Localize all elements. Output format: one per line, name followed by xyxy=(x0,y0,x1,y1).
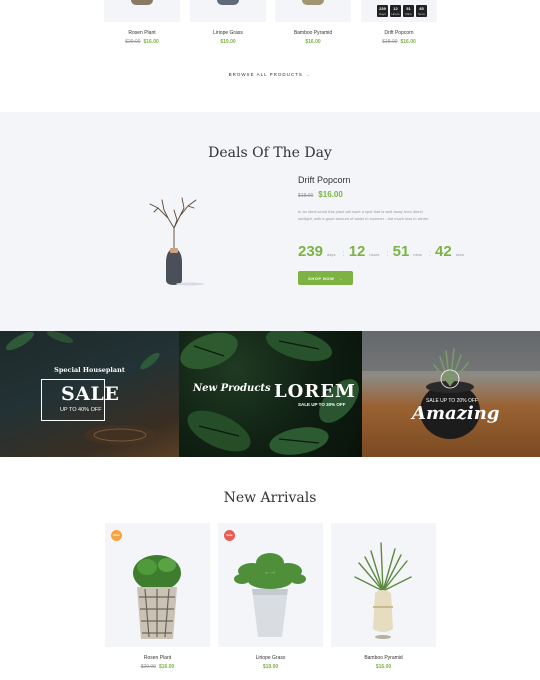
price: $19.00 xyxy=(262,664,279,670)
price: $16.00 xyxy=(143,39,159,45)
banner-new-products[interactable]: New Products LOREM SALE UP TO 30% OFF xyxy=(179,331,362,457)
deal-prices: $18.00 $16.00 xyxy=(298,190,458,199)
price: $16.00 xyxy=(375,664,392,670)
price-row: $18.00 $16.00 xyxy=(361,39,437,45)
product-name[interactable]: Liriope Grass xyxy=(218,655,323,661)
liriope-grass-illustration xyxy=(234,553,306,637)
deal-product-image[interactable] xyxy=(144,190,204,286)
countdown-unit: days xyxy=(327,252,336,257)
price-row: $20.00 $16.00 xyxy=(105,664,210,670)
countdown-separator: : xyxy=(428,249,432,258)
countdown-box: 239 Days xyxy=(377,5,388,17)
price-row: $16.00 xyxy=(275,39,351,45)
product-name[interactable]: Bamboo Pyramid xyxy=(275,30,351,36)
product-image[interactable]: 239 Days 12 Hours 51 Mins 45 Secs xyxy=(361,0,437,22)
top-products-strip: Rosen Plant $20.00 $16.00 Liriope Grass $… xyxy=(0,0,540,112)
deal-countdown: 239 days : 12 hours : 51 mins : 42 secs xyxy=(298,243,467,260)
rosen-plant-illustration xyxy=(133,555,181,639)
price: $16.00 xyxy=(305,39,321,45)
product-name[interactable]: Liriope Grass xyxy=(190,30,266,36)
arrow-right-icon: → xyxy=(305,72,312,77)
product-card[interactable]: Liriope Grass $19.00 xyxy=(190,0,266,56)
old-price: $20.00 xyxy=(140,664,156,670)
banner-headline: LOREM xyxy=(274,381,356,402)
banner-sale[interactable]: Special Houseplant SALE UP TO 40% OFF xyxy=(0,331,179,457)
banner-script-title: Amazing xyxy=(412,403,500,424)
product-name[interactable]: Drift Popcorn xyxy=(361,30,437,36)
deal-info: Drift Popcorn $18.00 $16.00 In an ideal w… xyxy=(298,175,464,285)
plant-pot xyxy=(131,0,153,5)
new-badge: New xyxy=(111,530,122,541)
price-row: $19.00 xyxy=(218,664,323,670)
countdown-separator: : xyxy=(386,249,389,258)
page: Rosen Plant $20.00 $16.00 Liriope Grass $… xyxy=(0,0,540,680)
deal-product-name[interactable]: Drift Popcorn xyxy=(298,175,458,185)
promo-banners: Special Houseplant SALE UP TO 40% OFF Ne… xyxy=(0,331,540,457)
banner-note: SALE UP TO 30% OFF xyxy=(298,402,346,407)
countdown-unit: mins xyxy=(413,252,422,257)
countdown-secs: 42 xyxy=(435,243,452,260)
price-row: $19.00 xyxy=(190,39,266,45)
price: $16.00 xyxy=(400,39,416,45)
product-image[interactable]: Sale xyxy=(218,523,323,647)
old-price: $18.00 xyxy=(382,39,398,45)
deals-title: Deals Of The Day xyxy=(208,145,332,161)
browse-all-link[interactable]: BROWSE ALL PRODUCTS → xyxy=(0,72,540,77)
countdown-unit: secs xyxy=(455,252,464,257)
product-image[interactable] xyxy=(331,523,436,647)
product-image[interactable] xyxy=(275,0,351,22)
price-row: $20.00 $16.00 xyxy=(104,39,180,45)
banner-amazing[interactable]: SALE UP TO 20% OFF Amazing xyxy=(362,331,540,457)
countdown-box: 12 Hours xyxy=(390,5,401,17)
product-card[interactable]: Bamboo Pyramid $16.00 xyxy=(275,0,351,56)
countdown-mins: 51 xyxy=(392,243,410,260)
arrivals-title: New Arrivals xyxy=(223,490,317,506)
shop-now-button[interactable]: SHOP NOW → xyxy=(298,271,353,285)
product-card[interactable]: 239 Days 12 Hours 51 Mins 45 Secs Drift Popc… xyxy=(361,0,437,56)
product-card[interactable]: Sale Liriope Grass $19.00 xyxy=(218,523,323,680)
product-name[interactable]: Rosen Plant xyxy=(104,30,180,36)
countdown-unit: hours xyxy=(369,252,380,257)
countdown-box: 51 Mins xyxy=(403,5,414,17)
bamboo-pyramid-illustration xyxy=(354,542,412,639)
deals-section: Deals Of The Day Drift Popcorn $18.00 $16… xyxy=(0,112,540,331)
banner-subtitle: Special Houseplant xyxy=(54,366,125,374)
banner-headline: SALE xyxy=(61,383,120,405)
product-card[interactable]: Rosen Plant $20.00 $16.00 xyxy=(104,0,180,56)
countdown-hours: 12 xyxy=(348,243,366,260)
product-card[interactable]: New Rosen Plant $20.00 $16.00 xyxy=(105,523,210,680)
countdown-separator: : xyxy=(342,249,345,258)
shop-now-label: SHOP NOW xyxy=(308,275,335,281)
potted-plant-decoration xyxy=(362,331,540,439)
countdown-days: 239 xyxy=(298,243,324,260)
product-image[interactable]: New xyxy=(105,523,210,647)
price: $16.00 xyxy=(159,664,175,670)
deal-description: In an ideal world this plant will want a… xyxy=(298,209,430,221)
arrow-right-icon: → xyxy=(338,275,343,281)
old-price: $20.00 xyxy=(125,39,141,45)
product-image[interactable] xyxy=(104,0,180,22)
banner-note: UP TO 40% OFF xyxy=(60,407,102,413)
plant-pot xyxy=(217,0,239,5)
product-name[interactable]: Bamboo Pyramid xyxy=(331,655,436,661)
price-row: $16.00 xyxy=(331,664,436,670)
banner-italic-title: New Products xyxy=(193,383,271,394)
product-name[interactable]: Rosen Plant xyxy=(105,655,210,661)
product-image[interactable] xyxy=(190,0,266,22)
price: $19.00 xyxy=(220,39,236,45)
countdown-box: 45 Secs xyxy=(416,5,427,17)
mini-countdown: 239 Days 12 Hours 51 Mins 45 Secs xyxy=(377,5,427,17)
old-price: $18.00 xyxy=(298,193,314,199)
plant-pot xyxy=(302,0,324,5)
product-card[interactable]: Bamboo Pyramid $16.00 xyxy=(331,523,436,680)
browse-label[interactable]: BROWSE ALL PRODUCTS xyxy=(229,72,303,77)
sale-badge: Sale xyxy=(224,530,235,541)
price: $16.00 xyxy=(318,190,343,199)
